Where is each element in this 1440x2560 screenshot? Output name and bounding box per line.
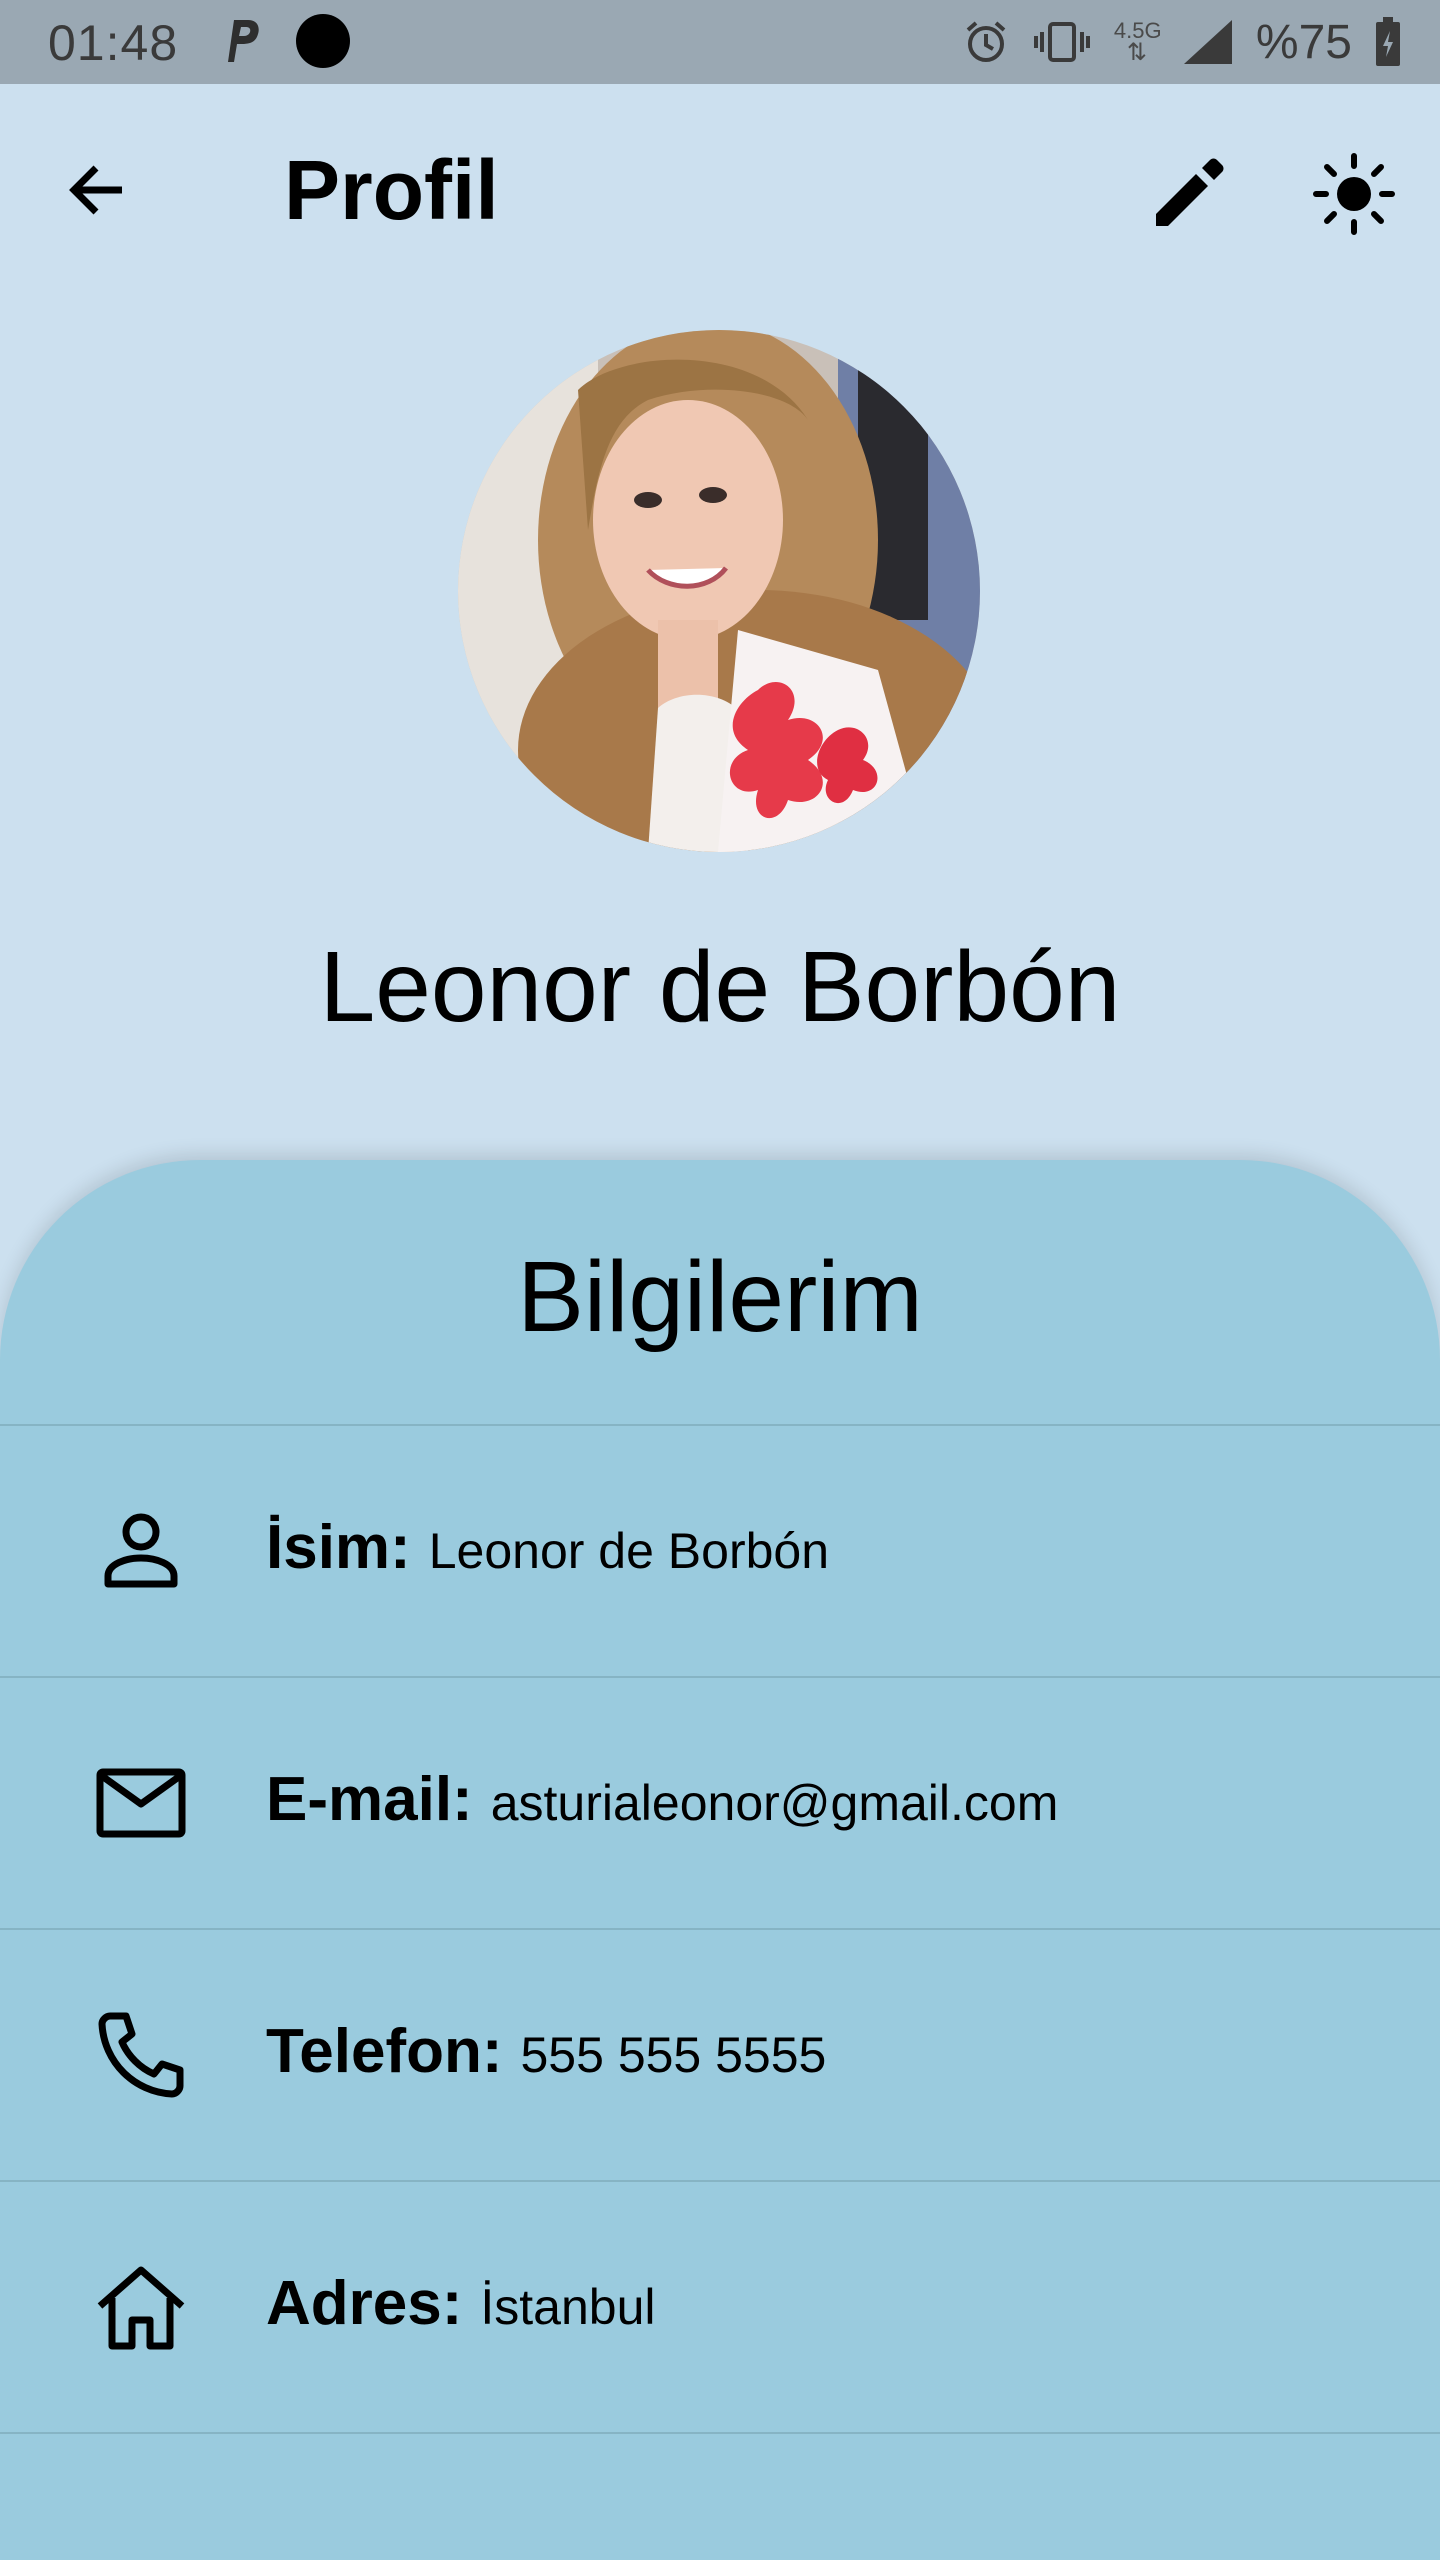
person-icon xyxy=(104,1513,178,1588)
edit-pencil-icon[interactable] xyxy=(1150,154,1228,232)
battery-percent: %75 xyxy=(1255,15,1352,69)
network-arrows-icon: 4.5G ⇅ xyxy=(1113,18,1162,66)
page-title: Profil xyxy=(284,143,499,237)
info-row-label: E-mail: xyxy=(266,1765,473,1834)
info-row-address[interactable]: Adres: İstanbul xyxy=(0,2182,1440,2432)
back-arrow-icon[interactable] xyxy=(62,154,134,226)
info-row-value: İstanbul xyxy=(480,2279,656,2335)
info-row-name[interactable]: İsim: Leonor de Borbón xyxy=(0,1426,1440,1676)
divider xyxy=(0,2432,1440,2434)
info-row-value: asturialeonor@gmail.com xyxy=(490,1775,1059,1831)
info-title: Bilgilerim xyxy=(517,1241,923,1353)
info-row-label: Adres: xyxy=(266,2269,463,2338)
info-card: Bilgilerim İsim: Leonor de Borbón E-mail:… xyxy=(0,1160,1440,2560)
vibrate-icon xyxy=(1033,22,1090,62)
info-row-value: 555 555 5555 xyxy=(520,2027,827,2083)
info-row-email[interactable]: E-mail: asturialeonor@gmail.com xyxy=(0,1678,1440,1928)
signal-icon xyxy=(1183,20,1232,64)
home-icon xyxy=(97,2266,185,2350)
record-dot-icon xyxy=(296,14,350,68)
info-row-phone[interactable]: Telefon: 555 555 5555 xyxy=(0,1930,1440,2180)
info-row-value: Leonor de Borbón xyxy=(428,1523,830,1579)
avatar xyxy=(458,330,980,852)
profile-name: Leonor de Borbón xyxy=(319,931,1121,1043)
battery-icon xyxy=(1376,17,1400,66)
info-row-label: Telefon: xyxy=(266,2017,503,2086)
status-bar: 01:48 4.5G ⇅ %75 xyxy=(0,0,1440,84)
alarm-icon xyxy=(966,21,1006,62)
app-bar: Profil xyxy=(0,84,1440,294)
sun-theme-icon[interactable] xyxy=(1312,152,1396,236)
p-app-icon xyxy=(228,20,259,62)
info-row-label: İsim: xyxy=(266,1513,411,1582)
phone-icon xyxy=(98,2012,184,2098)
status-time: 01:48 xyxy=(48,15,179,71)
mail-icon xyxy=(96,1768,186,1838)
